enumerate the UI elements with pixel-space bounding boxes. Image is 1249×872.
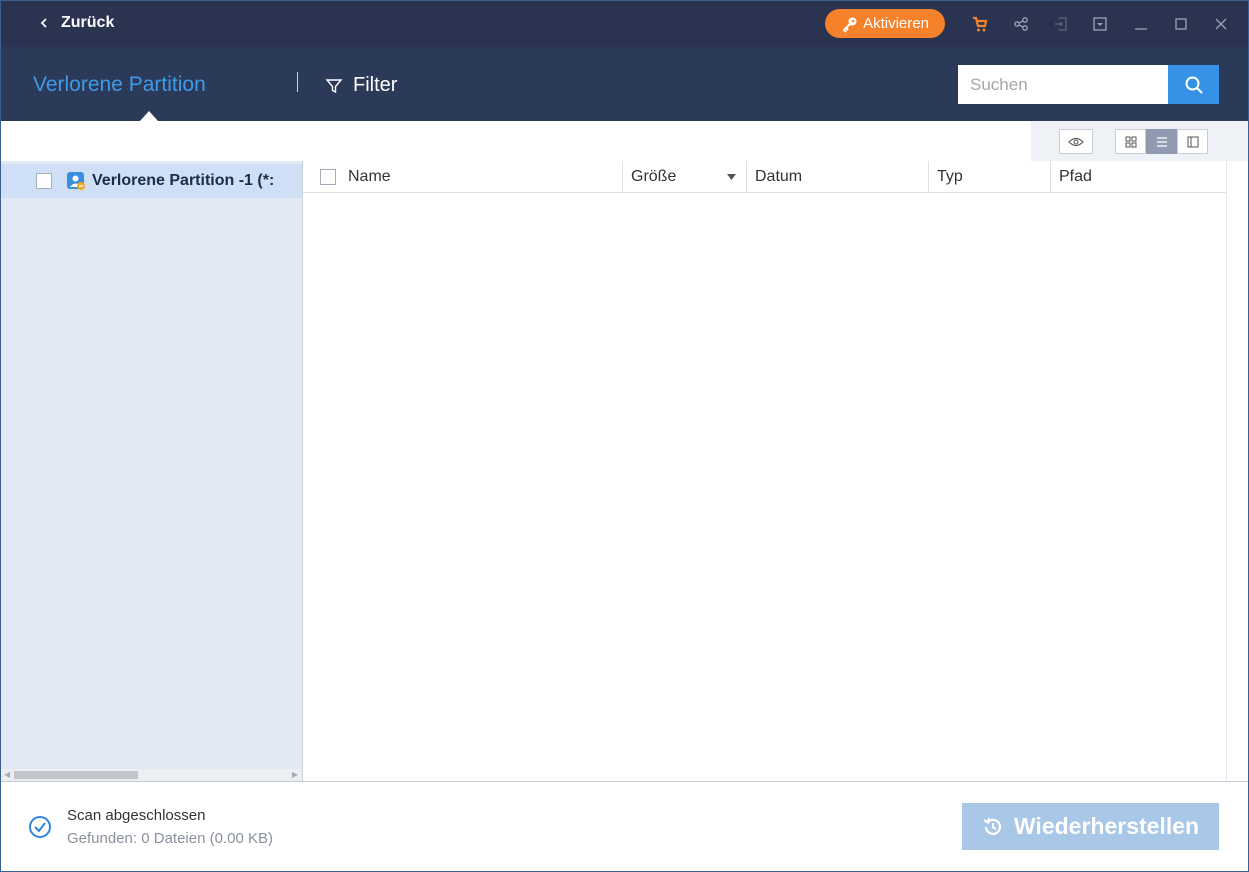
dropdown-icon[interactable] <box>1091 15 1109 33</box>
share-icon[interactable] <box>1012 15 1030 33</box>
scan-status-detail: Gefunden: 0 Dateien (0.00 KB) <box>67 830 273 847</box>
horizontal-scrollbar[interactable]: ◀ ▶ <box>1 769 302 781</box>
minimize-icon[interactable] <box>1132 15 1150 33</box>
tree-item[interactable]: Verlorene Partition -1 (*: <box>1 164 302 198</box>
column-size[interactable]: Größe <box>623 161 747 192</box>
maximize-icon[interactable] <box>1172 15 1190 33</box>
sort-desc-icon <box>727 173 736 180</box>
active-tab-indicator <box>140 111 158 121</box>
back-button[interactable]: Zurück <box>39 14 114 32</box>
tree-item-checkbox[interactable] <box>36 173 52 189</box>
filter-icon <box>325 78 343 93</box>
partition-tree: Verlorene Partition -1 (*: ◀ ▶ <box>1 161 303 781</box>
column-type[interactable]: Typ <box>929 161 1051 192</box>
column-date-label: Datum <box>755 167 803 185</box>
back-label: Zurück <box>61 14 115 31</box>
tab-lost-partition[interactable]: Verlorene Partition <box>33 73 206 97</box>
scrollbar-thumb[interactable] <box>14 771 138 779</box>
header-divider <box>297 72 298 92</box>
history-icon <box>983 817 1001 835</box>
column-name-label: Name <box>348 167 391 185</box>
scroll-right-icon[interactable]: ▶ <box>292 770 298 779</box>
header-bar: Verlorene Partition Filter <box>1 47 1248 121</box>
filter-label: Filter <box>353 74 398 96</box>
column-size-label: Größe <box>631 167 677 185</box>
chevron-left-icon <box>40 18 47 28</box>
scan-status-title: Scan abgeschlossen <box>67 807 206 824</box>
eye-icon <box>1068 137 1084 146</box>
preview-button[interactable] <box>1059 129 1093 154</box>
tree-item-label: Verlorene Partition -1 (*: <box>92 172 275 189</box>
close-icon[interactable] <box>1212 15 1230 33</box>
search-button[interactable] <box>1168 65 1219 104</box>
grid-view-button[interactable] <box>1115 129 1146 154</box>
list-view-button[interactable] <box>1146 129 1177 154</box>
column-type-label: Typ <box>937 167 963 185</box>
activate-label: Aktivieren <box>863 15 929 32</box>
column-path[interactable]: Pfad <box>1051 161 1226 192</box>
recover-button[interactable]: Wiederherstellen <box>962 803 1219 850</box>
signin-icon[interactable] <box>1052 15 1070 33</box>
lost-partition-icon <box>67 172 85 190</box>
panel-icon <box>1187 136 1198 147</box>
grid-icon <box>1125 136 1136 147</box>
app-window: Zurück Aktivieren Verlorene Partition Fi… <box>0 0 1249 872</box>
cart-icon[interactable] <box>971 15 989 33</box>
detail-view-button[interactable] <box>1177 129 1208 154</box>
column-name[interactable]: Name <box>303 161 623 192</box>
recover-label: Wiederherstellen <box>1013 813 1200 839</box>
file-table: Name Größe Datum Typ Pfad <box>303 161 1226 781</box>
select-all-checkbox[interactable] <box>320 168 336 185</box>
key-icon <box>842 17 857 33</box>
scroll-left-icon[interactable]: ◀ <box>4 770 10 779</box>
table-header: Name Größe Datum Typ Pfad <box>303 161 1226 193</box>
search-icon <box>1185 76 1203 94</box>
view-toolbar <box>1 121 1248 161</box>
title-bar: Zurück Aktivieren <box>1 1 1248 47</box>
list-icon <box>1156 136 1167 147</box>
status-footer: Scan abgeschlossen Gefunden: 0 Dateien (… <box>1 781 1248 871</box>
table-right-border <box>1226 161 1227 781</box>
filter-button[interactable]: Filter <box>325 74 397 97</box>
view-toolbar-area <box>1031 121 1248 161</box>
activate-button[interactable]: Aktivieren <box>825 9 945 38</box>
search-input[interactable] <box>958 65 1168 104</box>
check-circle-icon <box>29 816 51 838</box>
column-path-label: Pfad <box>1059 167 1092 185</box>
column-date[interactable]: Datum <box>747 161 929 192</box>
